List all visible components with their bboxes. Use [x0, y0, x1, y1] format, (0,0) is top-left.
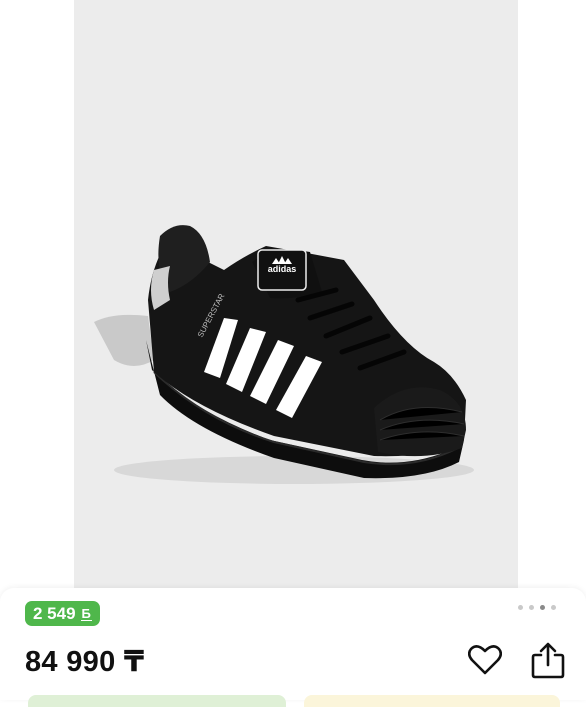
- gallery-pagination[interactable]: [518, 605, 556, 610]
- product-image-gallery[interactable]: adidas SUPERSTAR: [0, 0, 586, 588]
- gallery-dot-active[interactable]: [540, 605, 545, 610]
- share-icon: [531, 642, 565, 679]
- gallery-dot[interactable]: [551, 605, 556, 610]
- add-to-cart-button[interactable]: [28, 695, 286, 707]
- gallery-dot[interactable]: [529, 605, 534, 610]
- product-info-panel: 2 549 Б 84 990 ₸: [0, 588, 586, 707]
- gallery-dot[interactable]: [518, 605, 523, 610]
- svg-text:adidas: adidas: [268, 264, 297, 274]
- heart-icon: [467, 645, 503, 675]
- bonus-currency-icon: Б: [80, 605, 92, 621]
- share-button[interactable]: [530, 641, 566, 679]
- favorite-button[interactable]: [467, 644, 503, 676]
- bonus-amount: 2 549: [33, 604, 76, 623]
- product-photo[interactable]: adidas SUPERSTAR: [74, 0, 518, 588]
- product-price: 84 990 ₸: [25, 646, 145, 678]
- sneaker-image: adidas SUPERSTAR: [94, 225, 474, 484]
- buy-installments-button[interactable]: [304, 695, 560, 707]
- bonus-badge: 2 549 Б: [25, 601, 100, 626]
